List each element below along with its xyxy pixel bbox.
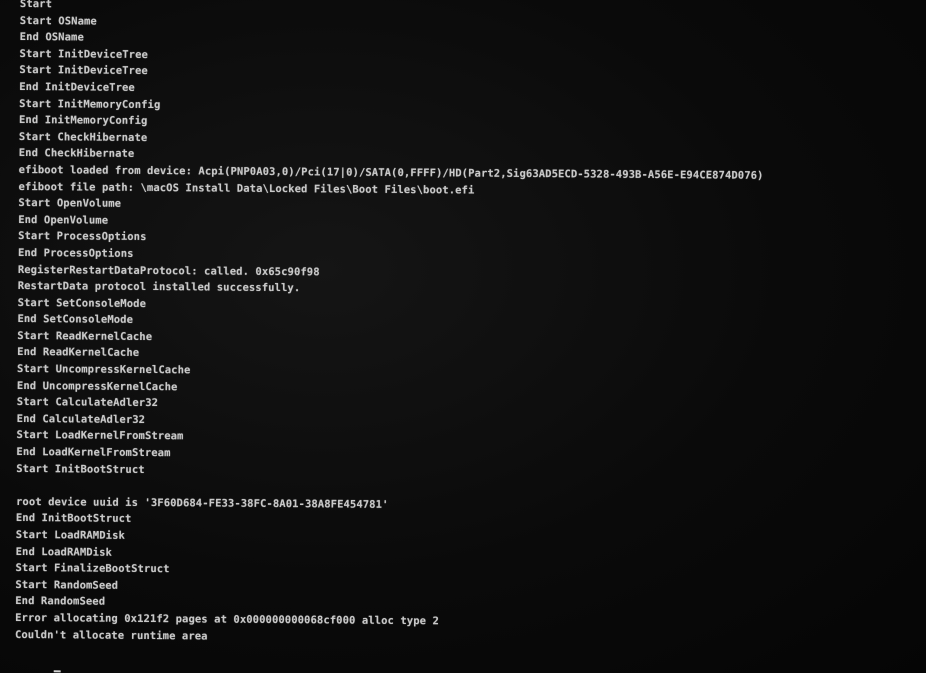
boot-console-screen: Start Start OSName End OSName Start Init… bbox=[0, 0, 926, 673]
text-cursor bbox=[53, 670, 61, 673]
console-output: Start Start OSName End OSName Start Init… bbox=[15, 0, 900, 673]
